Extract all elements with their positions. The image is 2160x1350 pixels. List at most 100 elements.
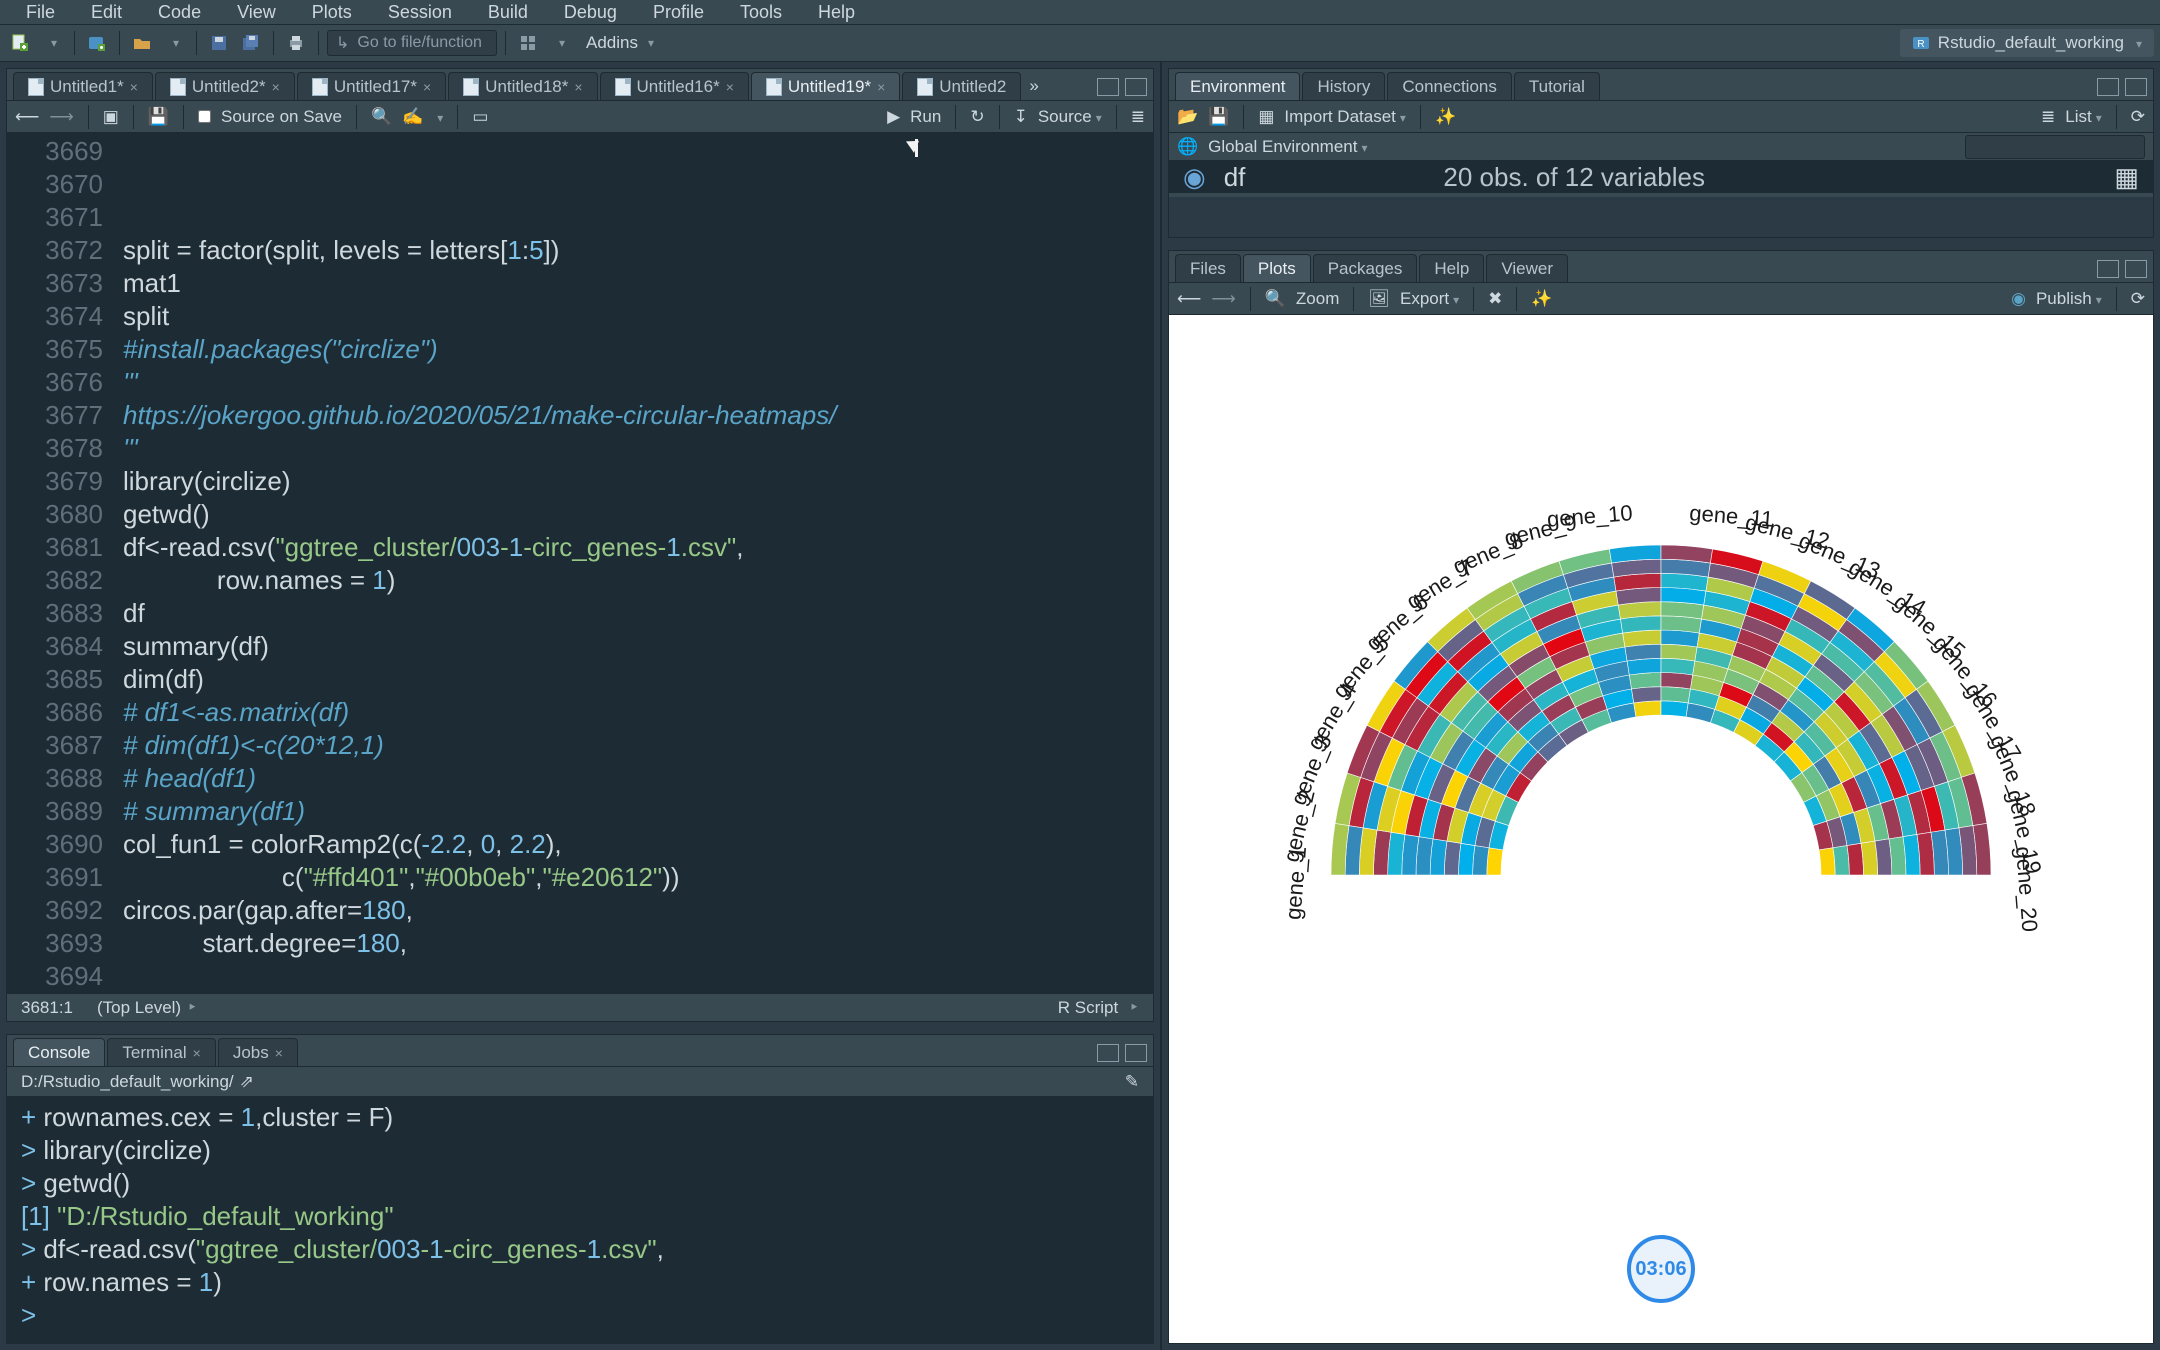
env-scope-button[interactable]: Global Environment: [1208, 137, 1367, 157]
close-icon[interactable]: ×: [423, 79, 431, 95]
source-tab-0[interactable]: Untitled1*×: [13, 72, 153, 100]
minimize-pane-icon[interactable]: [1097, 1044, 1119, 1062]
doc-icon: [312, 78, 328, 96]
tab-connections[interactable]: Connections: [1387, 72, 1512, 100]
new-file-menu[interactable]: [38, 29, 66, 57]
menu-plots[interactable]: Plots: [294, 2, 370, 23]
menu-file[interactable]: File: [8, 2, 73, 23]
close-icon[interactable]: ×: [272, 79, 280, 95]
refresh-icon[interactable]: ⟳: [2131, 107, 2145, 127]
save-all-button[interactable]: [237, 29, 265, 57]
menu-help[interactable]: Help: [800, 2, 873, 23]
console-tab-jobs[interactable]: Jobs×: [218, 1038, 298, 1066]
new-file-button[interactable]: [6, 29, 34, 57]
refresh-plot-icon[interactable]: ⟳: [2131, 289, 2145, 309]
close-icon[interactable]: ×: [726, 79, 734, 95]
tab-history[interactable]: History: [1302, 72, 1385, 100]
menu-edit[interactable]: Edit: [73, 2, 140, 23]
rerun-icon[interactable]: ↻: [970, 107, 984, 127]
nav-back-icon[interactable]: ⟵: [15, 107, 39, 127]
find-icon[interactable]: 🔍: [371, 107, 392, 127]
minimize-pane-icon[interactable]: [1097, 78, 1119, 96]
source-tab-3[interactable]: Untitled18*×: [448, 72, 597, 100]
project-selector[interactable]: R Rstudio_default_working: [1900, 29, 2154, 57]
env-search-input[interactable]: [1965, 135, 2145, 159]
tab-viewer[interactable]: Viewer: [1486, 254, 1568, 282]
source-tab-4[interactable]: Untitled16*×: [600, 72, 749, 100]
maximize-pane-icon[interactable]: [1125, 1044, 1147, 1062]
close-icon[interactable]: ×: [275, 1045, 283, 1061]
plot-prev-icon[interactable]: ⟵: [1177, 289, 1201, 309]
console-path-arrow-icon[interactable]: ⇗: [240, 1072, 254, 1092]
menu-view[interactable]: View: [219, 2, 294, 23]
save-icon[interactable]: 💾: [148, 107, 169, 127]
language-label[interactable]: R Script: [1058, 998, 1118, 1017]
tab-help[interactable]: Help: [1419, 254, 1484, 282]
env-row-df[interactable]: ◉ df 20 obs. of 12 variables ▦: [1169, 161, 2153, 197]
scope-label[interactable]: (Top Level): [97, 998, 181, 1018]
show-in-new-window-icon[interactable]: ▣: [103, 107, 119, 127]
save-ws-icon[interactable]: 💾: [1208, 107, 1229, 127]
nav-fwd-icon[interactable]: ⟶: [49, 107, 73, 127]
menu-debug[interactable]: Debug: [546, 2, 635, 23]
tab-environment[interactable]: Environment: [1175, 72, 1300, 100]
menu-tools[interactable]: Tools: [722, 2, 800, 23]
new-project-button[interactable]: [83, 29, 111, 57]
close-icon[interactable]: ×: [574, 79, 582, 95]
tab-packages[interactable]: Packages: [1313, 254, 1418, 282]
wand-icon[interactable]: ✍: [402, 107, 423, 127]
source-on-save-checkbox[interactable]: [198, 110, 211, 123]
tab-tutorial[interactable]: Tutorial: [1514, 72, 1600, 100]
grid-button[interactable]: [514, 29, 542, 57]
close-icon[interactable]: ×: [877, 79, 885, 95]
wand-menu[interactable]: [433, 107, 443, 127]
load-ws-icon[interactable]: 📂: [1177, 107, 1198, 127]
export-button[interactable]: Export: [1400, 289, 1459, 309]
compile-report-icon[interactable]: ▭: [472, 107, 488, 127]
source-tab-1[interactable]: Untitled2*×: [155, 72, 295, 100]
console-tab-terminal[interactable]: Terminal×: [107, 1038, 215, 1066]
minimize-pane-icon[interactable]: [2097, 78, 2119, 96]
maximize-pane-icon[interactable]: [1125, 78, 1147, 96]
console-path[interactable]: D:/Rstudio_default_working/: [21, 1072, 234, 1092]
clear-plots-icon[interactable]: ✨: [1531, 289, 1552, 309]
source-tab-6[interactable]: Untitled2: [902, 72, 1021, 100]
maximize-pane-icon[interactable]: [2125, 260, 2147, 278]
maximize-pane-icon[interactable]: [2125, 78, 2147, 96]
print-button[interactable]: [282, 29, 310, 57]
console-output[interactable]: + rownames.cex = 1,cluster = F)> library…: [7, 1097, 1153, 1343]
minimize-pane-icon[interactable]: [2097, 260, 2119, 278]
source-tab-2[interactable]: Untitled17*×: [297, 72, 446, 100]
grid-menu[interactable]: [546, 29, 574, 57]
menu-profile[interactable]: Profile: [635, 2, 722, 23]
run-button[interactable]: Run: [910, 107, 941, 127]
menu-session[interactable]: Session: [370, 2, 470, 23]
tab-files[interactable]: Files: [1175, 254, 1241, 282]
editor-code[interactable]: split = factor(split, levels = letters[1…: [117, 133, 1153, 993]
goto-file-input[interactable]: ↳ Go to file/function: [327, 30, 497, 56]
source-button[interactable]: Source: [1038, 107, 1102, 127]
outline-icon[interactable]: ≣: [1131, 107, 1145, 127]
tab-plots[interactable]: Plots: [1243, 254, 1311, 282]
code-editor[interactable]: 3669367036713672367336743675367636773678…: [7, 133, 1153, 993]
open-recent-menu[interactable]: [160, 29, 188, 57]
menu-build[interactable]: Build: [470, 2, 546, 23]
addins-menu[interactable]: Addins: [578, 33, 662, 53]
close-icon[interactable]: ×: [130, 79, 138, 95]
clear-console-icon[interactable]: ✎: [1125, 1072, 1139, 1092]
env-view-grid-icon[interactable]: ▦: [2114, 162, 2139, 193]
publish-button[interactable]: Publish: [2036, 289, 2102, 309]
close-icon[interactable]: ×: [193, 1045, 201, 1061]
menu-code[interactable]: Code: [140, 2, 219, 23]
list-view-button[interactable]: List: [2065, 107, 2102, 127]
save-button[interactable]: [205, 29, 233, 57]
tab-overflow[interactable]: »: [1023, 76, 1044, 100]
broom-icon[interactable]: ✨: [1435, 107, 1456, 127]
console-tab-console[interactable]: Console: [13, 1038, 105, 1066]
zoom-button[interactable]: Zoom: [1296, 289, 1339, 309]
source-tab-5[interactable]: Untitled19*×: [751, 72, 900, 100]
remove-plot-icon[interactable]: ✖: [1488, 289, 1502, 309]
plot-next-icon[interactable]: ⟶: [1211, 289, 1235, 309]
open-file-button[interactable]: [128, 29, 156, 57]
import-dataset-button[interactable]: Import Dataset: [1284, 107, 1406, 127]
